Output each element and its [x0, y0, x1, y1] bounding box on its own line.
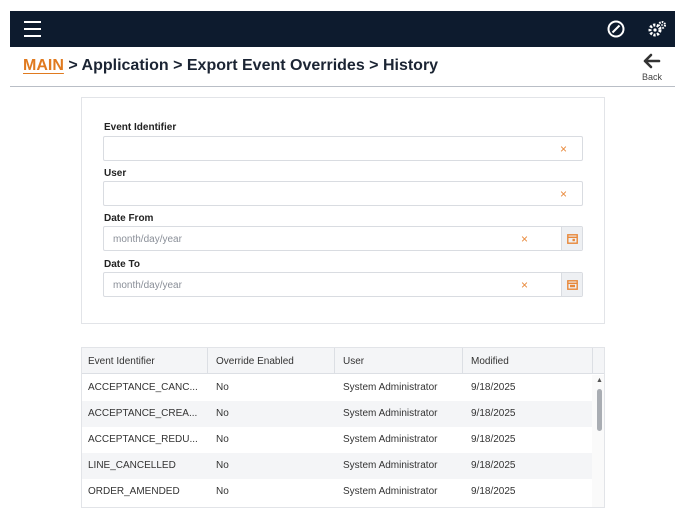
cell-event-identifier: ACCEPTANCE_CANC...: [88, 382, 198, 393]
column-header-event-identifier[interactable]: Event Identifier: [88, 356, 155, 367]
date-to-calendar-icon[interactable]: [561, 273, 582, 296]
event-identifier-label: Event Identifier: [104, 122, 177, 133]
cell-modified: 9/18/2025: [471, 408, 516, 419]
cell-modified: 9/18/2025: [471, 486, 516, 497]
header-divider: [10, 86, 675, 87]
compass-icon[interactable]: [606, 19, 626, 39]
column-divider: [334, 348, 335, 374]
table-row[interactable]: ORDER_AMENDED No System Administrator 9/…: [82, 479, 592, 505]
scroll-up-arrow-icon[interactable]: ▲: [596, 377, 603, 384]
scrollbar-thumb[interactable]: [597, 389, 602, 431]
cell-modified: 9/18/2025: [471, 434, 516, 445]
column-divider: [462, 348, 463, 374]
history-table: Event Identifier Override Enabled User M…: [81, 347, 605, 508]
arrow-left-icon: [643, 53, 661, 69]
date-to-field[interactable]: month/day/year ×: [103, 272, 583, 297]
back-label: Back: [641, 72, 662, 82]
top-bar: [10, 11, 675, 47]
cell-user: System Administrator: [343, 460, 438, 471]
cell-override-enabled: No: [216, 408, 229, 419]
date-from-clear-icon[interactable]: ×: [521, 232, 528, 246]
user-clear-icon[interactable]: ×: [560, 187, 567, 201]
cell-event-identifier: ACCEPTANCE_CREA...: [88, 408, 198, 419]
user-label: User: [104, 168, 127, 179]
column-header-modified[interactable]: Modified: [471, 356, 509, 367]
cell-modified: 9/18/2025: [471, 460, 516, 471]
cell-event-identifier: ACCEPTANCE_REDU...: [88, 434, 198, 445]
gears-icon[interactable]: [647, 19, 667, 39]
back-button[interactable]: Back: [638, 53, 666, 82]
date-to-placeholder: month/day/year: [113, 280, 182, 291]
column-divider: [592, 348, 593, 374]
table-row[interactable]: LINE_CANCELLED No System Administrator 9…: [82, 453, 592, 479]
table-header: Event Identifier Override Enabled User M…: [82, 348, 604, 374]
column-header-override-enabled[interactable]: Override Enabled: [216, 356, 294, 367]
cell-modified: 9/18/2025: [471, 382, 516, 393]
column-header-user[interactable]: User: [343, 356, 364, 367]
event-identifier-field[interactable]: ×: [103, 136, 583, 161]
breadcrumb-path: > Application > Export Event Overrides >…: [63, 57, 439, 74]
filter-panel: Event Identifier × User × Date From mont…: [81, 97, 605, 324]
date-from-label: Date From: [104, 213, 154, 224]
cell-user: System Administrator: [343, 382, 438, 393]
table-row[interactable]: ACCEPTANCE_CREA... No System Administrat…: [82, 401, 592, 427]
date-from-calendar-icon[interactable]: [561, 227, 582, 250]
cell-user: System Administrator: [343, 486, 438, 497]
date-to-clear-icon[interactable]: ×: [521, 278, 528, 292]
table-row[interactable]: ACCEPTANCE_REDU... No System Administrat…: [82, 427, 592, 453]
hamburger-icon[interactable]: [24, 21, 41, 37]
cell-override-enabled: No: [216, 460, 229, 471]
cell-override-enabled: No: [216, 434, 229, 445]
date-from-field[interactable]: month/day/year ×: [103, 226, 583, 251]
cell-event-identifier: ORDER_AMENDED: [88, 486, 180, 497]
breadcrumb-main-link[interactable]: MAIN: [23, 57, 64, 74]
cell-override-enabled: No: [216, 382, 229, 393]
column-divider: [207, 348, 208, 374]
event-identifier-clear-icon[interactable]: ×: [560, 142, 567, 156]
date-to-label: Date To: [104, 259, 140, 270]
breadcrumb: MAIN > Application > Export Event Overri…: [23, 57, 438, 75]
table-scrollbar[interactable]: ▲: [592, 375, 604, 507]
cell-user: System Administrator: [343, 408, 438, 419]
cell-event-identifier: LINE_CANCELLED: [88, 460, 176, 471]
date-from-placeholder: month/day/year: [113, 234, 182, 245]
user-field[interactable]: ×: [103, 181, 583, 206]
cell-user: System Administrator: [343, 434, 438, 445]
cell-override-enabled: No: [216, 486, 229, 497]
table-row[interactable]: ACCEPTANCE_CANC... No System Administrat…: [82, 375, 592, 401]
